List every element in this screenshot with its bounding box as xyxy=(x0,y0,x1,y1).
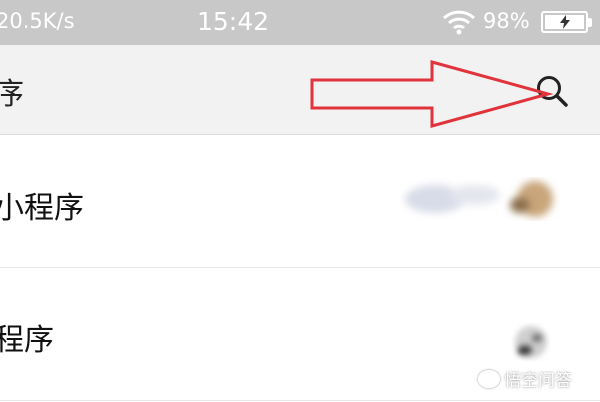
status-bar: 20.5K/s 15:42 98% xyxy=(0,0,600,45)
watermark: 悟空问答 xyxy=(478,366,572,391)
list-item-label: 程序 xyxy=(0,315,54,359)
battery-icon xyxy=(541,11,588,33)
page-title: 序 xyxy=(0,69,24,113)
mini-program-list: 小程序 程序 xyxy=(0,135,600,401)
list-item-label: 小程序 xyxy=(0,183,84,227)
battery-percent: 98% xyxy=(483,9,530,33)
battery-fill xyxy=(545,15,584,29)
annotation-arrow xyxy=(305,58,555,130)
network-speed: 20.5K/s xyxy=(0,9,75,33)
list-item[interactable]: 小程序 xyxy=(0,135,600,268)
wifi-icon xyxy=(442,9,476,35)
status-time: 15:42 xyxy=(197,7,269,36)
blurred-thumbnail xyxy=(400,175,560,225)
watermark-text: 悟空问答 xyxy=(504,366,572,391)
charging-bolt-icon xyxy=(559,15,571,29)
chat-bubble-logo-icon xyxy=(478,370,500,388)
